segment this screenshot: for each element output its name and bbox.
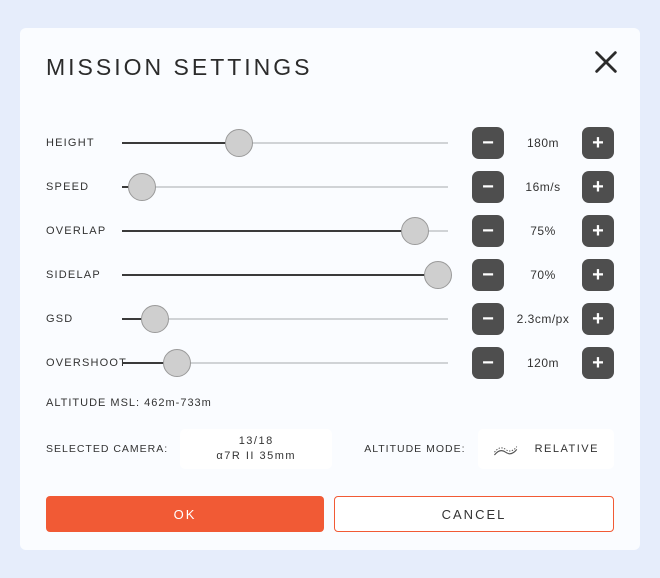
- value-height: 180m: [504, 136, 582, 150]
- selected-camera-label: SELECTED CAMERA:: [46, 443, 168, 455]
- label-speed: SPEED: [46, 181, 122, 193]
- camera-model: α7R II 35mm: [216, 449, 296, 464]
- row-gsd: GSD − 2.3cm/px +: [46, 297, 614, 341]
- stepper-speed: − 16m/s +: [472, 171, 614, 203]
- label-overshoot: OVERSHOOT: [46, 357, 122, 369]
- plus-button[interactable]: +: [582, 259, 614, 291]
- plus-button[interactable]: +: [582, 303, 614, 335]
- minus-button[interactable]: −: [472, 259, 504, 291]
- stepper-sidelap: − 70% +: [472, 259, 614, 291]
- slider-speed[interactable]: [122, 173, 448, 201]
- minus-button[interactable]: −: [472, 127, 504, 159]
- value-gsd: 2.3cm/px: [504, 312, 582, 326]
- thumb-sidelap[interactable]: [424, 261, 452, 289]
- close-icon: [592, 63, 620, 80]
- thumb-gsd[interactable]: [141, 305, 169, 333]
- slider-gsd[interactable]: [122, 305, 448, 333]
- thumb-overshoot[interactable]: [163, 349, 191, 377]
- plus-button[interactable]: +: [582, 127, 614, 159]
- slider-height[interactable]: [122, 129, 448, 157]
- slider-overlap[interactable]: [122, 217, 448, 245]
- cancel-button[interactable]: CANCEL: [334, 496, 614, 532]
- minus-button[interactable]: −: [472, 303, 504, 335]
- stepper-overshoot: − 120m +: [472, 347, 614, 379]
- row-overshoot: OVERSHOOT − 120m +: [46, 341, 614, 385]
- altitude-mode-value: RELATIVE: [535, 443, 599, 455]
- altitude-mode-box[interactable]: RELATIVE: [478, 429, 614, 469]
- info-row: SELECTED CAMERA: 13/18 α7R II 35mm ALTIT…: [46, 429, 614, 469]
- close-button[interactable]: [592, 48, 620, 76]
- slider-overshoot[interactable]: [122, 349, 448, 377]
- label-gsd: GSD: [46, 313, 122, 325]
- label-overlap: OVERLAP: [46, 225, 122, 237]
- minus-button[interactable]: −: [472, 347, 504, 379]
- row-overlap: OVERLAP − 75% +: [46, 209, 614, 253]
- value-overlap: 75%: [504, 224, 582, 238]
- plus-button[interactable]: +: [582, 347, 614, 379]
- value-sidelap: 70%: [504, 268, 582, 282]
- slider-rows: HEIGHT − 180m + SPEED − 16m/s +: [46, 121, 614, 385]
- label-height: HEIGHT: [46, 137, 122, 149]
- stepper-height: − 180m +: [472, 127, 614, 159]
- dialog-buttons: OK CANCEL: [46, 496, 614, 532]
- row-speed: SPEED − 16m/s +: [46, 165, 614, 209]
- selected-camera-box[interactable]: 13/18 α7R II 35mm: [180, 429, 332, 469]
- minus-button[interactable]: −: [472, 171, 504, 203]
- thumb-speed[interactable]: [128, 173, 156, 201]
- terrain-follow-icon: [493, 438, 521, 461]
- value-speed: 16m/s: [504, 180, 582, 194]
- stepper-overlap: − 75% +: [472, 215, 614, 247]
- ok-button[interactable]: OK: [46, 496, 324, 532]
- row-sidelap: SIDELAP − 70% +: [46, 253, 614, 297]
- minus-button[interactable]: −: [472, 215, 504, 247]
- mission-settings-panel: MISSION SETTINGS HEIGHT − 180m + SPEED: [20, 28, 640, 550]
- value-overshoot: 120m: [504, 356, 582, 370]
- camera-index: 13/18: [239, 434, 274, 449]
- plus-button[interactable]: +: [582, 171, 614, 203]
- thumb-overlap[interactable]: [401, 217, 429, 245]
- thumb-height[interactable]: [225, 129, 253, 157]
- panel-title: MISSION SETTINGS: [46, 54, 614, 81]
- altitude-msl-readout: ALTITUDE MSL: 462m-733m: [46, 397, 614, 409]
- slider-sidelap[interactable]: [122, 261, 448, 289]
- plus-button[interactable]: +: [582, 215, 614, 247]
- label-sidelap: SIDELAP: [46, 269, 122, 281]
- row-height: HEIGHT − 180m +: [46, 121, 614, 165]
- altitude-mode-label: ALTITUDE MODE:: [364, 443, 465, 455]
- stepper-gsd: − 2.3cm/px +: [472, 303, 614, 335]
